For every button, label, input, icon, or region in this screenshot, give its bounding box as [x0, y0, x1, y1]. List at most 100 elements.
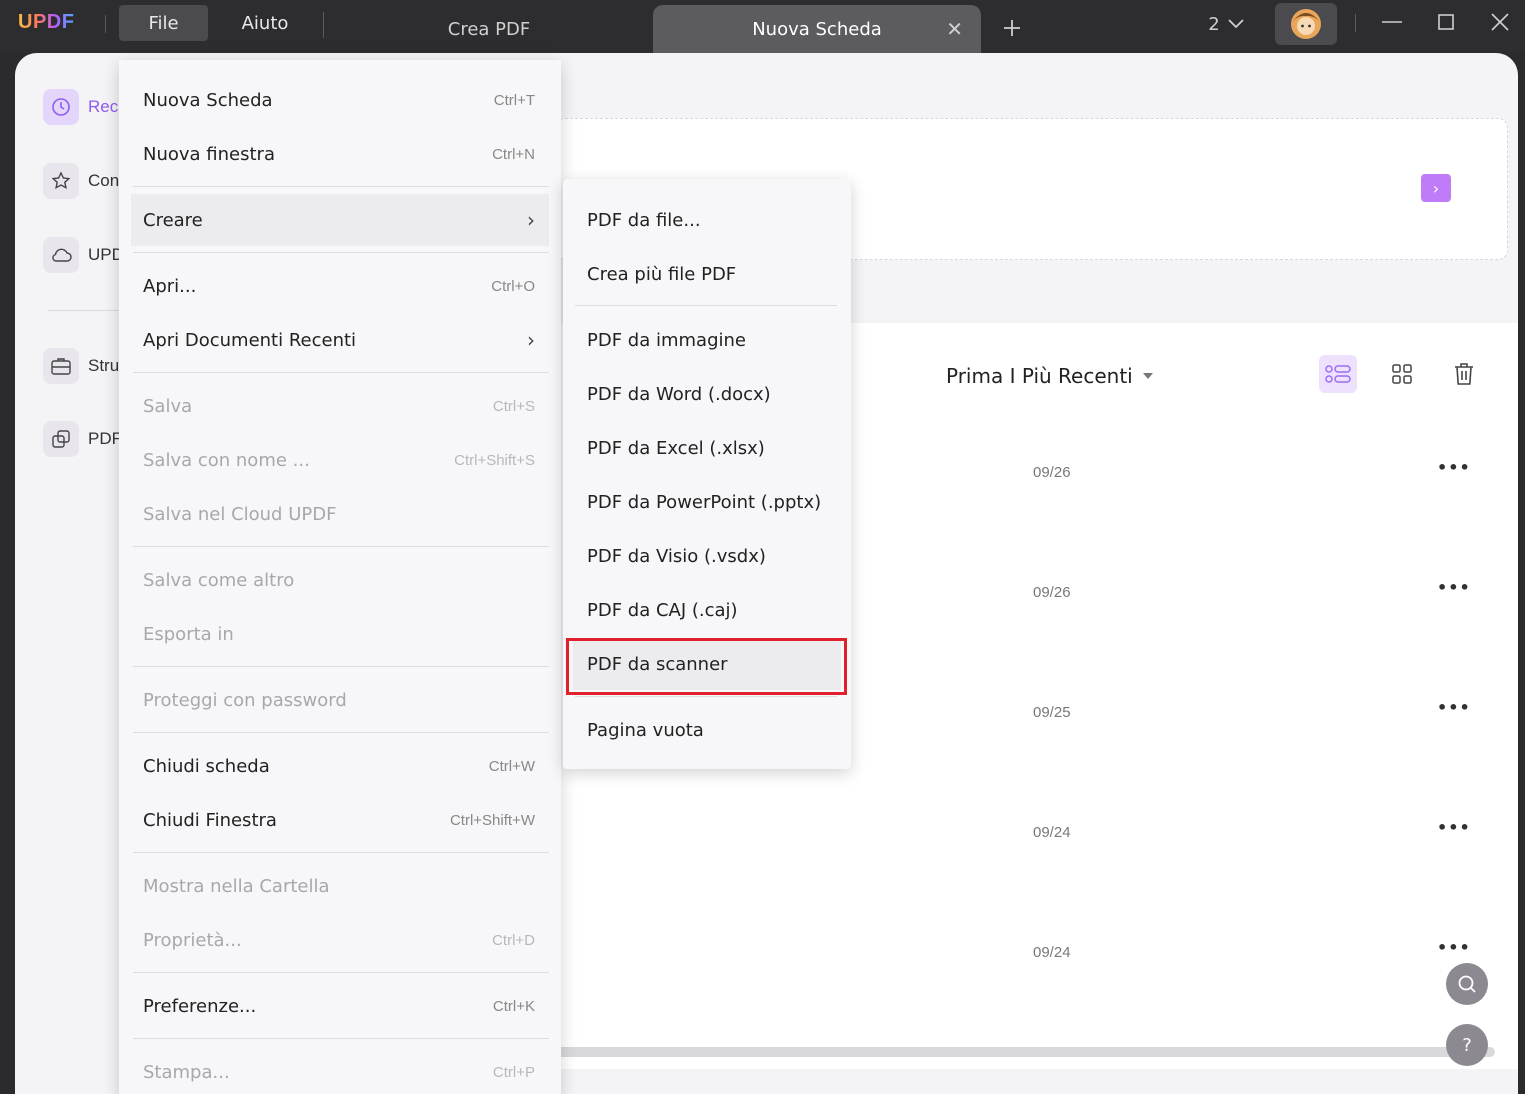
menu-item-label: Salva come altro	[143, 569, 295, 591]
list-view-icon	[1325, 365, 1351, 383]
menu-item-salva-cloud[interactable]: Salva nel Cloud UPDF	[131, 488, 549, 540]
menu-item-label: Apri...	[143, 275, 197, 297]
close-window-icon[interactable]	[1486, 8, 1514, 36]
star-icon	[43, 163, 79, 199]
chevron-right-icon[interactable]: ›	[1421, 174, 1451, 202]
submenu-item-pdf-da-excel[interactable]: PDF da Excel (.xlsx)	[573, 422, 841, 474]
tab-count: 2	[1208, 13, 1220, 35]
divider	[323, 12, 324, 38]
menu-item-stampa[interactable]: Stampa... Ctrl+P	[131, 1046, 549, 1094]
menu-separator	[133, 972, 549, 973]
new-tab-icon[interactable]	[996, 12, 1028, 44]
menu-item-preferenze[interactable]: Preferenze... Ctrl+K	[131, 980, 549, 1032]
list-view-button[interactable]	[1319, 355, 1357, 393]
help-icon: ?	[1462, 1034, 1472, 1056]
menu-separator	[133, 852, 549, 853]
submenu-item-pdf-da-visio[interactable]: PDF da Visio (.vsdx)	[573, 530, 841, 582]
menu-item-proteggi[interactable]: Proteggi con password	[131, 674, 549, 726]
trash-icon	[1455, 363, 1473, 385]
submenu-item-pdf-da-word[interactable]: PDF da Word (.docx)	[573, 368, 841, 420]
menu-item-chiudi-scheda[interactable]: Chiudi scheda Ctrl+W	[131, 740, 549, 792]
sidebar-item-label: Stru	[88, 356, 120, 375]
clock-icon	[43, 89, 79, 125]
shortcut: Ctrl+K	[492, 997, 535, 1015]
menu-item-label: Mostra nella Cartella	[143, 875, 330, 897]
menu-item-apri[interactable]: Apri... Ctrl+O	[131, 260, 549, 312]
menu-aiuto[interactable]: Aiuto	[225, 5, 305, 41]
sidebar-item-contrassegnati[interactable]: Con	[43, 163, 119, 199]
file-row-date: 09/25	[1033, 704, 1071, 721]
menu-separator	[133, 666, 549, 667]
menu-item-label: Nuova finestra	[143, 143, 275, 165]
tab-crea-pdf[interactable]: Crea PDF	[330, 5, 648, 53]
more-options-icon[interactable]: •••	[1437, 938, 1471, 957]
file-row-date: 09/26	[1033, 584, 1071, 601]
menu-item-mostra-cartella[interactable]: Mostra nella Cartella	[131, 860, 549, 912]
menu-item-chiudi-finestra[interactable]: Chiudi Finestra Ctrl+Shift+W	[131, 794, 549, 846]
grid-view-button[interactable]	[1383, 355, 1421, 393]
chevron-right-icon: ›	[527, 328, 535, 352]
sidebar-item-pdf[interactable]: PDF	[43, 421, 122, 457]
tab-label: Nuova Scheda	[752, 18, 882, 40]
highlight-box	[566, 638, 847, 695]
file-menu: Nuova Scheda Ctrl+T Nuova finestra Ctrl+N …	[119, 60, 561, 1094]
menu-separator	[133, 546, 549, 547]
avatar[interactable]	[1275, 3, 1337, 45]
menu-item-salva-con-nome[interactable]: Salva con nome ... Ctrl+Shift+S	[131, 434, 549, 486]
submenu-item-crea-piu-file[interactable]: Crea più file PDF	[573, 248, 841, 300]
menu-item-label: Salva con nome ...	[143, 449, 310, 471]
shortcut: Ctrl+T	[493, 91, 535, 109]
sidebar-item-strumenti[interactable]: Stru	[43, 348, 119, 384]
shortcut: Ctrl+S	[492, 397, 535, 415]
caret-down-icon	[1142, 373, 1153, 379]
more-options-icon[interactable]: •••	[1437, 578, 1471, 597]
menu-item-salva-come-altro[interactable]: Salva come altro	[131, 554, 549, 606]
menu-file[interactable]: File	[119, 5, 208, 41]
file-row-date: 09/24	[1033, 944, 1071, 961]
user-avatar-icon	[1291, 9, 1321, 39]
close-tab-icon[interactable]: ✕	[946, 17, 963, 41]
file-row-date: 09/24	[1033, 824, 1071, 841]
sidebar-item-recenti[interactable]: Rece	[43, 89, 128, 125]
sidebar-item-updf-cloud[interactable]: UPD	[43, 237, 124, 273]
file-row-date: 09/26	[1033, 464, 1071, 481]
submenu-item-pdf-da-powerpoint[interactable]: PDF da PowerPoint (.pptx)	[573, 476, 841, 528]
submenu-item-pagina-vuota[interactable]: Pagina vuota	[573, 704, 841, 756]
submenu-item-pdf-da-file[interactable]: PDF da file...	[573, 194, 841, 246]
search-button[interactable]	[1446, 963, 1488, 1005]
menu-separator	[575, 305, 837, 306]
shortcut: Ctrl+Shift+S	[454, 451, 535, 469]
menu-item-label: Preferenze...	[143, 995, 257, 1017]
menu-item-proprieta[interactable]: Proprietà... Ctrl+D	[131, 914, 549, 966]
grid-view-icon	[1392, 364, 1412, 384]
menu-item-esporta[interactable]: Esporta in	[131, 608, 549, 660]
menu-item-salva[interactable]: Salva Ctrl+S	[131, 380, 549, 432]
menu-item-label: Proprietà...	[143, 929, 242, 951]
menu-item-creare[interactable]: Creare ›	[131, 194, 549, 246]
sort-dropdown[interactable]: Prima I Più Recenti	[946, 364, 1153, 388]
submenu-item-pdf-da-caj[interactable]: PDF da CAJ (.caj)	[573, 584, 841, 636]
shortcut: Ctrl+W	[488, 757, 535, 775]
horizontal-scrollbar[interactable]	[555, 1047, 1495, 1057]
cloud-icon	[43, 237, 79, 273]
copy-icon	[43, 421, 79, 457]
tab-label: Crea PDF	[447, 18, 531, 40]
delete-button[interactable]	[1445, 355, 1483, 393]
menu-item-nuova-scheda[interactable]: Nuova Scheda Ctrl+T	[131, 74, 549, 126]
help-button[interactable]: ?	[1446, 1024, 1488, 1066]
menu-item-nuova-finestra[interactable]: Nuova finestra Ctrl+N	[131, 128, 549, 180]
minimize-icon[interactable]	[1378, 8, 1406, 36]
more-options-icon[interactable]: •••	[1437, 458, 1471, 477]
tab-count-dropdown[interactable]: 2	[1200, 10, 1252, 38]
menu-item-label: Nuova Scheda	[143, 89, 273, 111]
chevron-down-icon	[1228, 19, 1244, 29]
tab-nuova-scheda[interactable]: Nuova Scheda ✕	[653, 5, 981, 53]
menu-item-label: Creare	[143, 209, 203, 231]
submenu-item-pdf-da-immagine[interactable]: PDF da immagine	[573, 314, 841, 366]
menu-item-apri-recenti[interactable]: Apri Documenti Recenti ›	[131, 314, 549, 366]
more-options-icon[interactable]: •••	[1437, 698, 1471, 717]
more-options-icon[interactable]: •••	[1437, 818, 1471, 837]
maximize-icon[interactable]	[1432, 8, 1460, 36]
divider	[105, 15, 106, 33]
shortcut: Ctrl+O	[491, 277, 535, 295]
